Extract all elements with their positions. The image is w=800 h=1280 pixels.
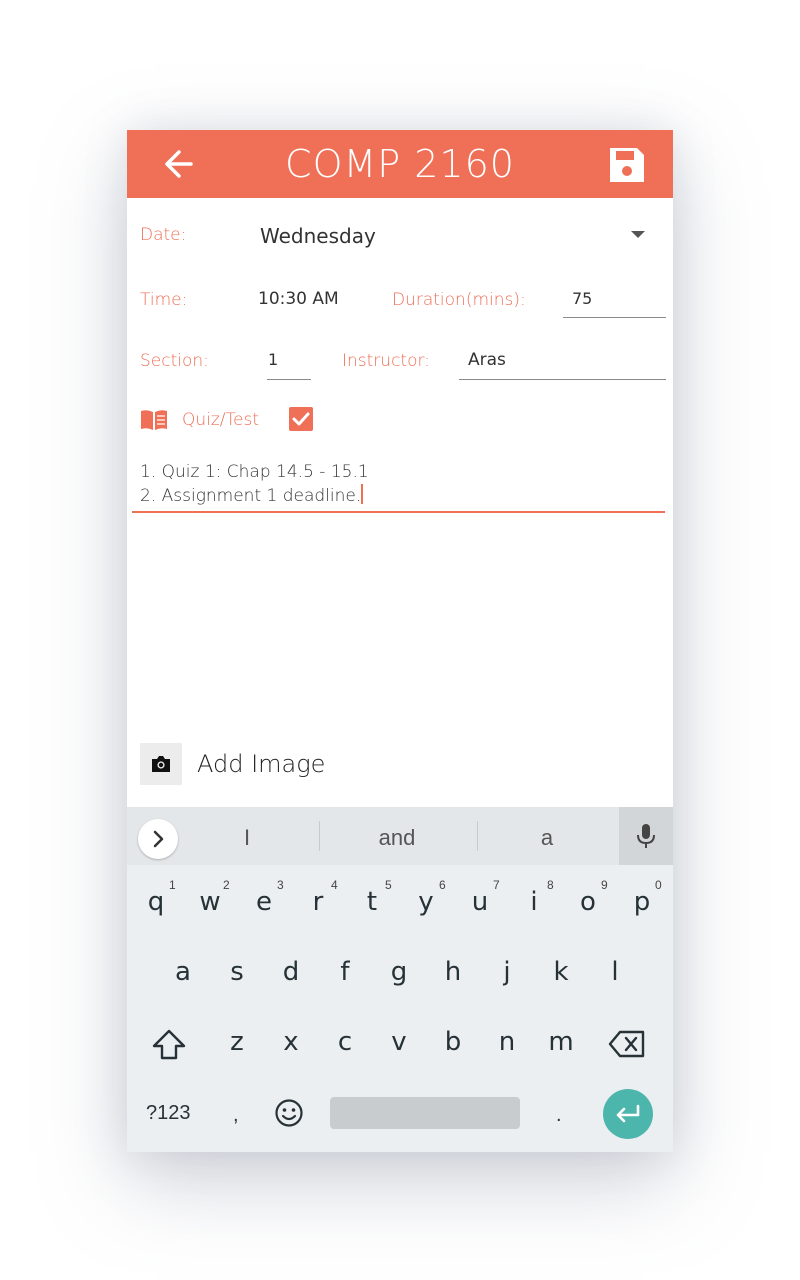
section-underline [267, 379, 311, 380]
key-hint: 7 [493, 878, 500, 892]
shift-icon [152, 1029, 186, 1060]
add-image-label[interactable]: Add Image [197, 750, 325, 778]
shift-key[interactable] [151, 1027, 187, 1066]
emoji-icon [275, 1099, 303, 1127]
quiz-label: Quiz/Test [182, 410, 260, 430]
notes-line-2: 2. Assignment 1 deadline. [140, 484, 364, 506]
suggestion-divider [477, 821, 478, 851]
key-hint: 5 [385, 878, 392, 892]
key-hint: 6 [439, 878, 446, 892]
quiz-checkbox[interactable] [289, 407, 313, 431]
emoji-key[interactable] [274, 1098, 304, 1133]
enter-icon [616, 1104, 640, 1123]
expand-toolbar-button[interactable] [138, 819, 178, 859]
key-d[interactable]: d [271, 957, 311, 987]
key-c[interactable]: c [325, 1027, 365, 1057]
time-field[interactable]: 10:30 AM [258, 289, 339, 309]
key-n[interactable]: n [487, 1027, 527, 1057]
key-hint: 4 [331, 878, 338, 892]
floppy-save-icon [610, 148, 644, 182]
key-hint: 1 [169, 878, 176, 892]
period-key[interactable]: . [556, 1104, 562, 1127]
duration-underline [563, 317, 666, 318]
date-dropdown[interactable]: Wednesday [260, 224, 376, 248]
key-g[interactable]: g [379, 957, 419, 987]
key-m[interactable]: m [541, 1027, 581, 1057]
symbols-key[interactable]: ?123 [146, 1102, 191, 1125]
key-hint: 2 [223, 878, 230, 892]
suggestion-1[interactable]: I [207, 825, 287, 851]
microphone-icon [637, 824, 655, 848]
suggestion-bar: I and a [127, 807, 673, 865]
check-icon [292, 412, 310, 426]
instructor-field[interactable]: Aras [468, 350, 506, 370]
key-h[interactable]: h [433, 957, 473, 987]
notes-line-1: 1. Quiz 1: Chap 14.5 - 15.1 [140, 462, 369, 482]
backspace-icon [608, 1030, 645, 1058]
key-k[interactable]: k [541, 957, 581, 987]
key-j[interactable]: j [487, 957, 527, 987]
add-image-button[interactable] [140, 743, 182, 785]
time-label: Time: [140, 290, 188, 310]
voice-input-button[interactable] [619, 807, 673, 865]
instructor-label: Instructor: [342, 351, 430, 371]
app-bar: COMP 2160 [127, 130, 673, 198]
notes-textarea[interactable]: 1. Quiz 1: Chap 14.5 - 15.1 2. Assignmen… [140, 460, 662, 508]
book-icon [141, 410, 167, 430]
suggestion-2[interactable]: and [352, 825, 442, 851]
section-field[interactable]: 1 [268, 350, 278, 369]
duration-label: Duration(mins): [392, 290, 526, 310]
soft-keyboard: I and a q w e r t y u i o p 1 2 3 4 5 6 … [127, 807, 673, 1152]
space-bar[interactable] [330, 1097, 520, 1129]
key-hint: 0 [655, 878, 662, 892]
duration-field[interactable]: 75 [572, 289, 592, 308]
text-cursor [361, 484, 364, 504]
section-label: Section: [140, 351, 209, 371]
key-hint: 8 [547, 878, 554, 892]
page-title: COMP 2160 [285, 142, 515, 186]
device-screen: COMP 2160 Date: Wednesday Time: 10:30 AM… [127, 130, 673, 1152]
save-button[interactable] [607, 145, 647, 185]
key-hint: 9 [601, 878, 608, 892]
chevron-right-icon [153, 830, 164, 848]
key-z[interactable]: z [217, 1027, 257, 1057]
key-v[interactable]: v [379, 1027, 419, 1057]
key-hint: 3 [277, 878, 284, 892]
key-l[interactable]: l [595, 957, 635, 987]
date-label: Date: [140, 225, 187, 245]
suggestion-divider [319, 821, 320, 851]
instructor-underline [459, 379, 666, 380]
backspace-key[interactable] [608, 1028, 646, 1065]
key-s[interactable]: s [217, 957, 257, 987]
suggestion-3[interactable]: a [507, 825, 587, 851]
key-b[interactable]: b [433, 1027, 473, 1057]
enter-key[interactable] [603, 1089, 653, 1139]
key-x[interactable]: x [271, 1027, 311, 1057]
key-a[interactable]: a [163, 957, 203, 987]
chevron-down-icon[interactable] [631, 231, 645, 238]
notes-underline [132, 511, 665, 513]
comma-key[interactable]: , [233, 1104, 239, 1127]
camera-icon [152, 756, 170, 772]
key-f[interactable]: f [325, 957, 365, 987]
